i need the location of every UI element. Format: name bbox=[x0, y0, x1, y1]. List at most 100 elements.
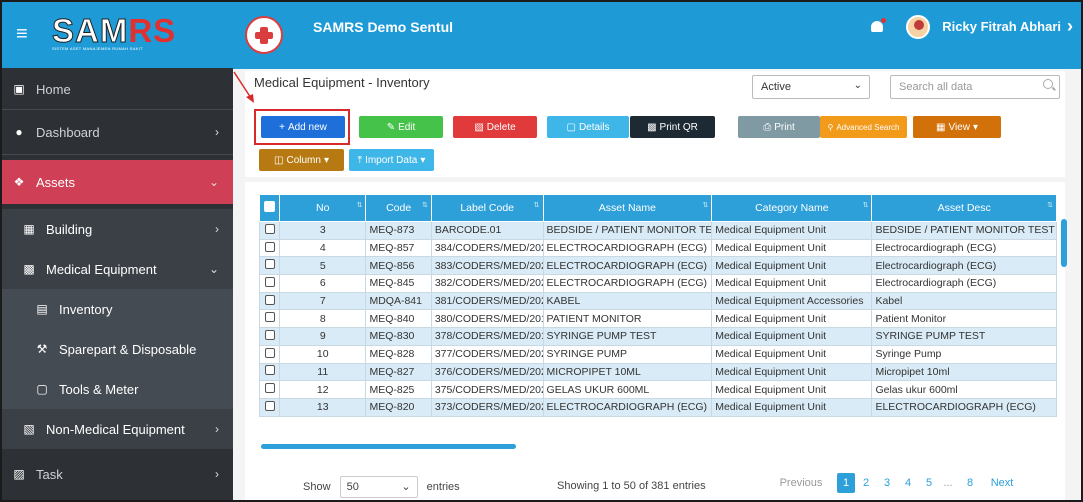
status-select[interactable]: Active ⌄ bbox=[752, 75, 870, 99]
print-qr-button[interactable]: ▩ Print QR bbox=[630, 116, 715, 138]
search-icon bbox=[1043, 79, 1053, 89]
row-checkbox[interactable] bbox=[258, 291, 281, 311]
table-row[interactable]: 3 MEQ-873 BARCODE.01 BEDSIDE / PATIENT MONI… bbox=[258, 221, 1057, 240]
pagination-page[interactable]: 8 bbox=[963, 473, 977, 493]
avatar[interactable] bbox=[906, 14, 931, 39]
sidebar-item-building[interactable]: ▦ Building › bbox=[0, 209, 233, 249]
column-header-label-code[interactable]: Label Code ⇅ bbox=[430, 194, 544, 222]
row-checkbox[interactable] bbox=[258, 309, 281, 329]
main-content: Medical Equipment - Inventory Active ⌄ S… bbox=[233, 69, 1083, 502]
sidebar-item-non-medical-equipment[interactable]: ▧ Non-Medical Equipment › bbox=[0, 409, 233, 449]
table-cell: Medical Equipment Unit bbox=[711, 309, 873, 329]
horizontal-scrollbar[interactable] bbox=[261, 444, 516, 449]
trash-icon: ▧ bbox=[23, 422, 35, 436]
toolbar-card: Medical Equipment - Inventory Active ⌄ S… bbox=[245, 71, 1065, 177]
details-button[interactable]: ▢ Details bbox=[547, 116, 629, 138]
table-cell: 383/CODERS/MED/2023 bbox=[430, 256, 544, 276]
print-button[interactable]: ⎙ Print bbox=[738, 116, 820, 138]
table-row[interactable]: 10 MEQ-828 377/CODERS/MED/2020 SYRINGE PUMP… bbox=[258, 344, 1057, 364]
row-checkbox[interactable] bbox=[258, 362, 281, 382]
row-checkbox[interactable] bbox=[258, 380, 281, 399]
row-checkbox[interactable] bbox=[258, 327, 281, 346]
edit-button[interactable]: ✎ Edit bbox=[359, 116, 443, 138]
table-row[interactable]: 13 MEQ-820 373/CODERS/MED/2020 ELECTROCARDI… bbox=[258, 397, 1057, 417]
samrs-logo: SAMRS bbox=[51, 12, 177, 49]
table-cell: 376/CODERS/MED/2022 bbox=[430, 362, 544, 382]
sidebar-item-assets[interactable]: ❖ Assets ⌄ bbox=[0, 160, 233, 204]
delete-button[interactable]: ▧ Delete bbox=[453, 116, 537, 138]
select-all-checkbox[interactable] bbox=[258, 194, 281, 222]
column-header-category-name[interactable]: Category Name ⇅ bbox=[711, 194, 873, 222]
column-header-code[interactable]: Code ⇅ bbox=[365, 194, 432, 222]
table-cell: 8 bbox=[279, 309, 367, 329]
pagination-page[interactable]: 5 bbox=[922, 473, 936, 493]
sidebar-item-label: Home bbox=[36, 81, 71, 97]
pagination-page[interactable]: 2 bbox=[859, 473, 873, 493]
table-row[interactable]: 9 MEQ-830 378/CODERS/MED/2016 SYRINGE PUMP … bbox=[258, 327, 1057, 346]
table-cell: SYRINGE PUMP bbox=[542, 344, 713, 364]
advanced-search-button[interactable]: ⚲ Advanced Search bbox=[820, 116, 907, 138]
import-data-button[interactable]: ⤒ Import Data ▾ bbox=[349, 149, 434, 171]
column-header-asset-name[interactable]: Asset Name ⇅ bbox=[542, 194, 713, 222]
table-cell: ELECTROCARDIOGRAPH (ECG) bbox=[542, 256, 713, 276]
sidebar-item-medical-equipment[interactable]: ▩ Medical Equipment ⌄ bbox=[0, 249, 233, 289]
sidebar-item-home[interactable]: ▣ Home bbox=[0, 69, 233, 109]
table-info: Showing 1 to 50 of 381 entries bbox=[557, 480, 706, 492]
table-row[interactable]: 6 MEQ-845 382/CODERS/MED/2020 ELECTROCARDIO… bbox=[258, 274, 1057, 293]
sidebar: ≡ SAMRS SISTEM ASET MANAJEMEN RUMAH SAKI… bbox=[0, 0, 233, 502]
table-cell: Medical Equipment Unit bbox=[711, 344, 873, 364]
bell-icon[interactable] bbox=[870, 17, 887, 35]
row-checkbox[interactable] bbox=[258, 344, 281, 364]
sidebar-item-task[interactable]: ▨ Task › bbox=[0, 454, 233, 494]
archive-icon: ▤ bbox=[36, 302, 48, 316]
user-name[interactable]: Ricky Fitrah Abhari bbox=[942, 19, 1061, 34]
table-cell: Kabel bbox=[871, 291, 1057, 311]
upload-icon: ⤒ bbox=[357, 154, 363, 166]
view-button[interactable]: ▦ View ▾ bbox=[913, 116, 1001, 138]
pagination-previous[interactable]: Previous bbox=[779, 473, 823, 493]
hamburger-menu-icon[interactable]: ≡ bbox=[16, 23, 38, 46]
table-row[interactable]: 12 MEQ-825 375/CODERS/MED/2022 GELAS UKUR 6… bbox=[258, 380, 1057, 399]
sidebar-item-inventory[interactable]: ▤ Inventory bbox=[0, 289, 233, 329]
pagination-next[interactable]: Next bbox=[987, 473, 1017, 493]
status-select-value: Active bbox=[761, 81, 791, 93]
table-cell: 13 bbox=[279, 397, 367, 417]
table-cell: 375/CODERS/MED/2022 bbox=[430, 380, 544, 399]
sidebar-item-dashboard[interactable]: ● Dashboard › bbox=[0, 110, 233, 154]
table-row[interactable]: 11 MEQ-827 376/CODERS/MED/2022 MICROPIPET 1… bbox=[258, 362, 1057, 382]
sidebar-item-sparepart[interactable]: ⚒ Sparepart & Disposable bbox=[0, 329, 233, 369]
row-checkbox[interactable] bbox=[258, 397, 281, 417]
pagination-page[interactable]: 1 bbox=[837, 473, 855, 493]
pagination-page[interactable]: 4 bbox=[901, 473, 915, 493]
sidebar-item-tools-meter[interactable]: ▢ Tools & Meter bbox=[0, 369, 233, 409]
row-checkbox[interactable] bbox=[258, 274, 281, 293]
column-header-no[interactable]: No ⇅ bbox=[279, 194, 367, 222]
trash-icon: ▧ bbox=[474, 121, 484, 133]
table-row[interactable]: 8 MEQ-840 380/CODERS/MED/2018 PATIENT MONIT… bbox=[258, 309, 1057, 329]
row-checkbox[interactable] bbox=[258, 221, 281, 240]
entries-select[interactable]: 50 ⌄ bbox=[339, 476, 418, 498]
pagination-page[interactable]: 3 bbox=[880, 473, 894, 493]
table-cell: MEQ-820 bbox=[365, 397, 432, 417]
table-cell: Medical Equipment Unit bbox=[711, 256, 873, 276]
table-cell: Electrocardiograph (ECG) bbox=[871, 256, 1057, 276]
row-checkbox[interactable] bbox=[258, 238, 281, 258]
table-row[interactable]: 4 MEQ-857 384/CODERS/MED/2023 ELECTROCARDIO… bbox=[258, 238, 1057, 258]
chevron-right-icon[interactable]: › bbox=[1067, 16, 1073, 37]
table-icon: ▦ bbox=[936, 121, 946, 133]
table-cell: ELECTROCARDIOGRAPH (ECG) bbox=[542, 274, 713, 293]
table-cell: 380/CODERS/MED/2018 bbox=[430, 309, 544, 329]
table-cell: ELECTROCARDIOGRAPH (ECG) bbox=[542, 397, 713, 417]
table-row[interactable]: 5 MEQ-856 383/CODERS/MED/2023 ELECTROCARDIO… bbox=[258, 256, 1057, 276]
row-checkbox[interactable] bbox=[258, 256, 281, 276]
table-row[interactable]: 7 MDQA-841 381/CODERS/MED/2021 KABEL Medical… bbox=[258, 291, 1057, 311]
vertical-scrollbar[interactable] bbox=[1061, 219, 1067, 267]
table-cell: Medical Equipment Unit bbox=[711, 380, 873, 399]
table-header-row: No ⇅ Code ⇅ Label Code ⇅ Asset Name ⇅ Catego… bbox=[258, 194, 1057, 222]
table-cell: 378/CODERS/MED/2016 bbox=[430, 327, 544, 346]
qrcode-icon: ▩ bbox=[647, 121, 657, 133]
table-cell: 3 bbox=[279, 221, 367, 240]
column-button[interactable]: ◫ Column ▾ bbox=[259, 149, 344, 171]
column-header-asset-desc[interactable]: Asset Desc ⇅ bbox=[871, 194, 1057, 222]
search-input[interactable]: Search all data bbox=[890, 75, 1060, 99]
